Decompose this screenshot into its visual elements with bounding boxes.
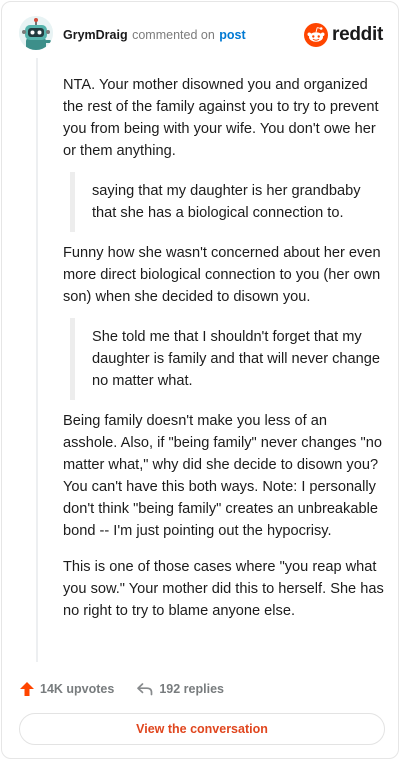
robot-avatar-icon (19, 16, 53, 50)
quote-bar (70, 172, 75, 232)
quote-bar (70, 318, 75, 400)
author-name[interactable]: GrymDraig (63, 28, 128, 42)
replies-button[interactable]: 192 replies (136, 681, 224, 697)
comment-body: NTA. Your mother disowned you and organi… (63, 74, 385, 636)
avatar[interactable] (19, 16, 53, 50)
reddit-snoo-icon (304, 23, 329, 47)
brand-wordmark: reddit (332, 24, 383, 45)
upvote-arrow-icon (20, 682, 34, 696)
replies-count: 192 replies (159, 682, 224, 696)
thread-line[interactable] (36, 58, 38, 662)
blockquote: saying that my daughter is her grandbaby… (70, 172, 385, 232)
comment-header: GrymDraig commented on post reddit (19, 16, 383, 54)
byline: GrymDraig commented on post (63, 27, 246, 43)
comment-paragraph: NTA. Your mother disowned you and organi… (63, 77, 379, 159)
upvote-button[interactable]: 14K upvotes (19, 681, 114, 697)
comment-paragraph: This is one of those cases where "you re… (63, 559, 384, 619)
reply-arrow-icon (137, 683, 153, 696)
quote-text: saying that my daughter is her grandbaby… (92, 183, 361, 221)
quote-text: She told me that I shouldn't forget that… (92, 329, 380, 389)
reddit-logo[interactable]: reddit (304, 22, 383, 48)
view-conversation-button[interactable]: View the conversation (19, 713, 385, 745)
comment-paragraph: Funny how she wasn't concerned about her… (63, 245, 381, 305)
post-link[interactable]: post (219, 28, 245, 42)
comment-card: GrymDraig commented on post reddit NTA. … (1, 1, 399, 759)
comment-action-text: commented on (132, 28, 215, 42)
comment-actions: 14K upvotes 192 replies (19, 679, 246, 699)
upvote-count: 14K upvotes (40, 682, 115, 696)
blockquote: She told me that I shouldn't forget that… (70, 318, 385, 400)
comment-paragraph: Being family doesn't make you less of an… (63, 413, 382, 539)
